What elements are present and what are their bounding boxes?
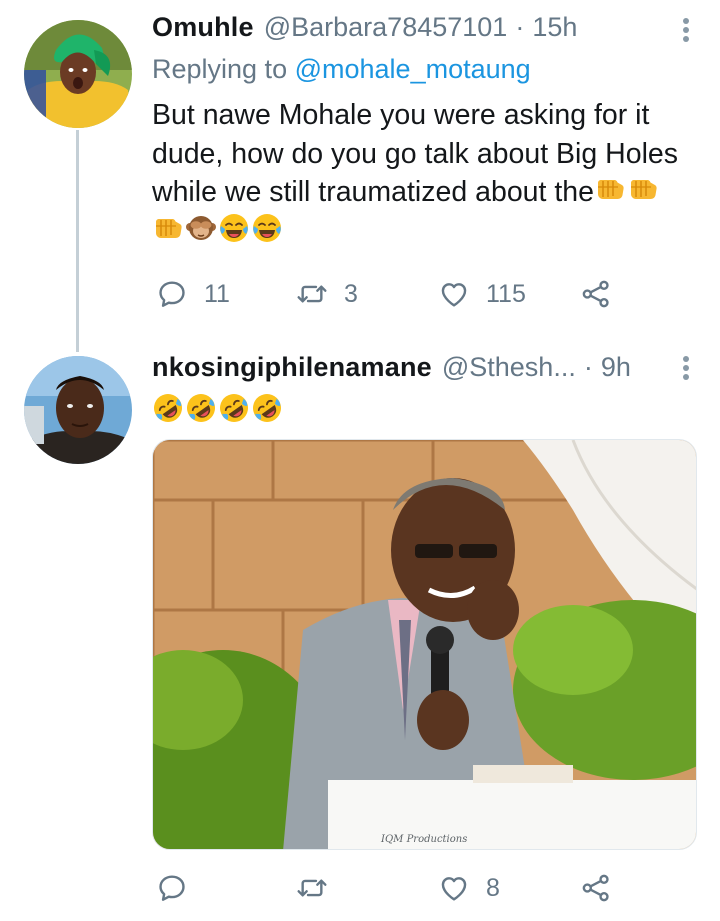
more-options-icon[interactable] xyxy=(682,18,690,46)
avatar[interactable] xyxy=(24,356,132,464)
tweet-actions: 8 xyxy=(152,868,632,908)
separator: · xyxy=(515,12,525,42)
see-no-evil-monkey-emoji-icon xyxy=(185,212,217,244)
tweet-header: Omuhle @Barbara78457101 · 15h xyxy=(152,12,660,52)
speech-bubble-icon xyxy=(156,278,188,310)
user-handle[interactable]: @Sthesh... xyxy=(442,352,576,383)
facepunch-emoji-icon xyxy=(152,212,184,244)
media-watermark: IQM Productions xyxy=(381,834,468,845)
tweet-text: But nawe Mohale you were asking for it d… xyxy=(152,96,692,250)
heart-icon xyxy=(438,872,470,904)
retweet-button[interactable] xyxy=(296,868,328,908)
tweet-media-photo[interactable]: IQM Productions xyxy=(152,439,697,850)
rofl-emoji-icon xyxy=(152,392,184,424)
like-count: 115 xyxy=(486,279,526,308)
laughing-man-photo xyxy=(153,440,696,849)
joy-emoji-icon xyxy=(218,212,250,244)
tweet-nkosingiphilenamane[interactable]: nkosingiphilenamane @Sthesh... · 9h IQM … xyxy=(0,350,720,921)
reply-button[interactable]: 11 xyxy=(156,274,230,314)
display-name[interactable]: nkosingiphilenamane xyxy=(152,352,432,383)
share-icon xyxy=(580,872,612,904)
retweet-button[interactable]: 3 xyxy=(296,274,358,314)
thread-line xyxy=(76,130,79,352)
joy-emoji-icon xyxy=(251,212,283,244)
tweet-omuhle[interactable]: Omuhle @Barbara78457101 · 15h Replying t… xyxy=(0,0,720,352)
like-button[interactable]: 115 xyxy=(438,274,526,314)
timestamp[interactable]: 15h xyxy=(532,12,577,43)
share-button[interactable] xyxy=(580,868,612,908)
heart-icon xyxy=(438,278,470,310)
retweet-icon xyxy=(296,872,328,904)
display-name[interactable]: Omuhle xyxy=(152,12,254,43)
retweet-count: 3 xyxy=(344,279,358,308)
share-button[interactable] xyxy=(580,274,612,314)
reply-count: 11 xyxy=(204,279,230,308)
avatar[interactable] xyxy=(24,20,132,128)
replying-to: Replying to @mohale_motaung xyxy=(152,54,531,85)
more-options-icon[interactable] xyxy=(682,356,690,384)
tweet-header: nkosingiphilenamane @Sthesh... · 9h xyxy=(152,352,660,392)
facepunch-emoji-icon xyxy=(627,173,659,205)
separator: · xyxy=(583,352,593,382)
reply-button[interactable] xyxy=(156,868,188,908)
retweet-icon xyxy=(296,278,328,310)
tweet-actions: 11 3 115 xyxy=(152,274,632,314)
mention-link[interactable]: @mohale_motaung xyxy=(295,54,531,84)
facepunch-emoji-icon xyxy=(594,173,626,205)
timestamp[interactable]: 9h xyxy=(601,352,631,383)
rofl-emoji-icon xyxy=(251,392,283,424)
like-button[interactable]: 8 xyxy=(438,868,500,908)
rofl-emoji-icon xyxy=(218,392,250,424)
share-icon xyxy=(580,278,612,310)
like-count: 8 xyxy=(486,873,500,902)
replying-to-prefix: Replying to xyxy=(152,54,288,84)
user-handle[interactable]: @Barbara78457101 xyxy=(264,12,508,43)
tweet-text xyxy=(152,392,692,428)
rofl-emoji-icon xyxy=(185,392,217,424)
speech-bubble-icon xyxy=(156,872,188,904)
